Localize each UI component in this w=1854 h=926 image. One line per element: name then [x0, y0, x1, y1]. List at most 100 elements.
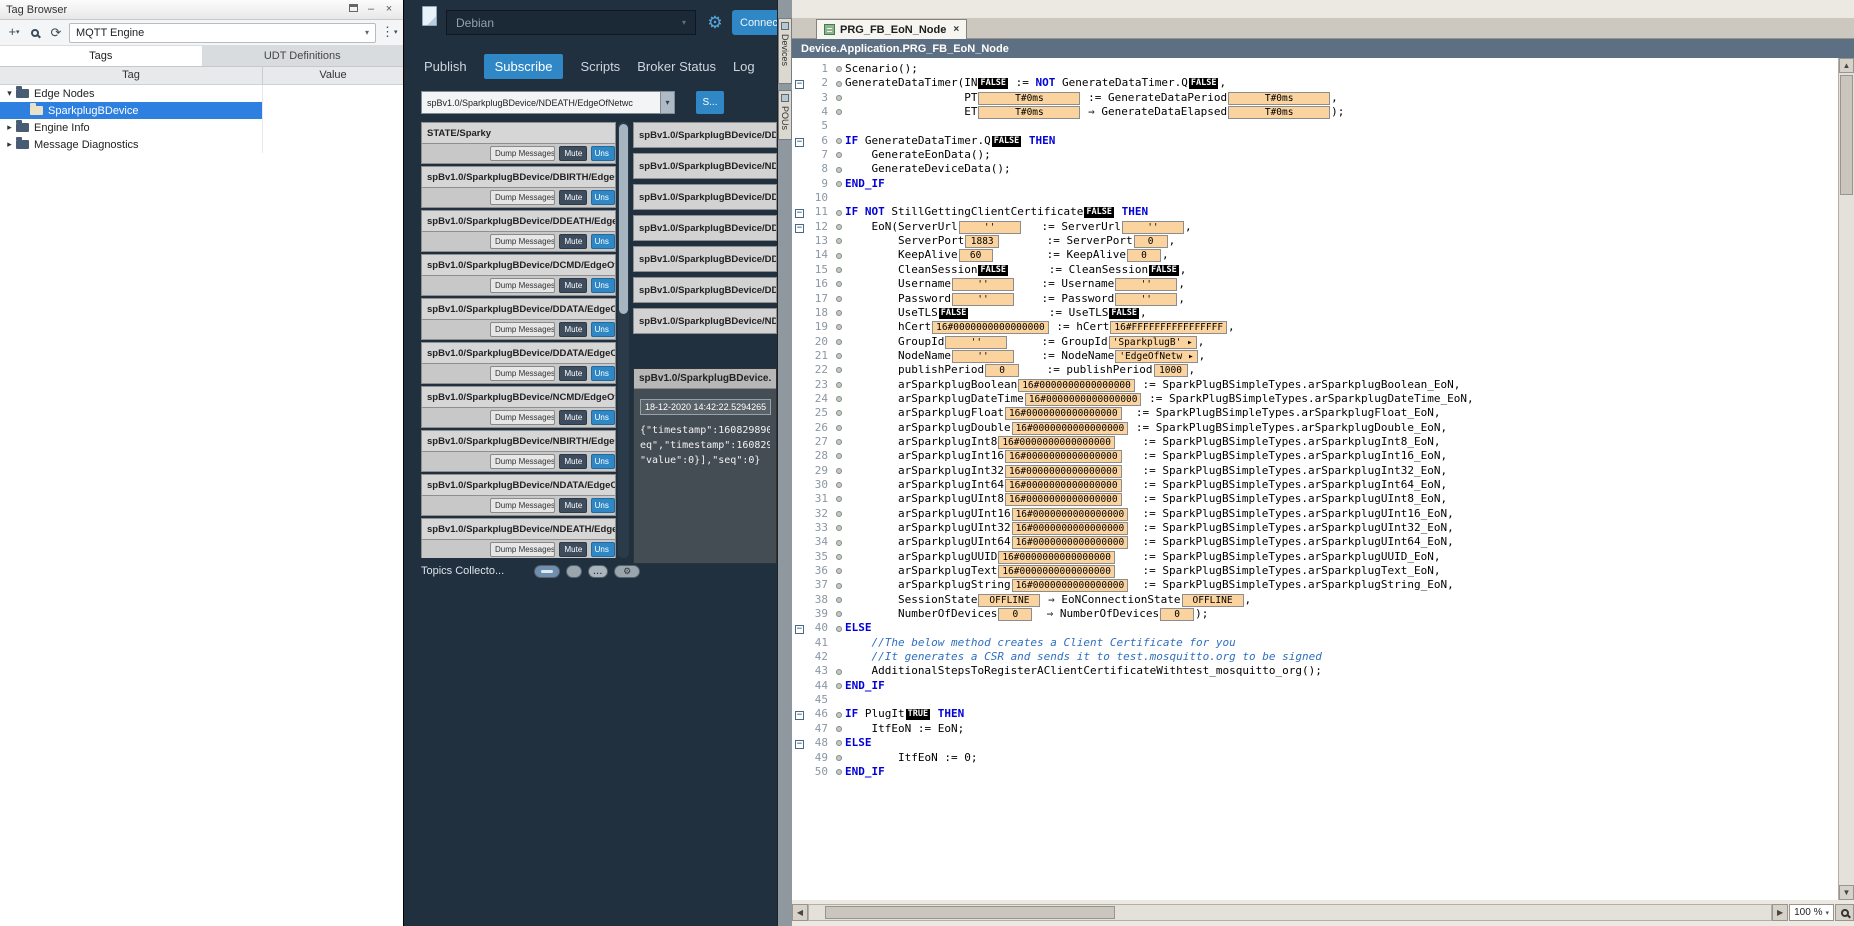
message-item[interactable]: spBv1.0/SparkplugBDevice/DDAT [633, 122, 777, 148]
unsubscribe-button[interactable]: Uns [591, 410, 615, 425]
unsubscribe-button[interactable]: Uns [591, 190, 615, 205]
subscribe-topic-combo[interactable]: spBv1.0/SparkplugBDevice/NDEATH/EdgeOfNe… [421, 91, 661, 114]
gear-icon[interactable]: ⚙ [702, 10, 728, 35]
subscription-scrollbar[interactable] [618, 122, 629, 558]
tab-tags[interactable]: Tags [0, 46, 202, 66]
tree-row-engine-info[interactable]: ▸Engine Info [0, 119, 403, 136]
scrollbar-thumb[interactable] [619, 124, 628, 314]
unsubscribe-button[interactable]: Uns [591, 454, 615, 469]
code-line[interactable]: 36 arSparkplugText16#0000000000000000 :=… [792, 564, 1838, 578]
fold-collapse-icon[interactable]: − [795, 711, 804, 720]
refresh-icon[interactable]: ⟳ [48, 23, 64, 43]
subscription-topic[interactable]: STATE/Sparky [421, 122, 616, 143]
horizontal-scrollbar[interactable] [808, 904, 1772, 921]
code-line[interactable]: 34 arSparkplugUInt6416#0000000000000000 … [792, 535, 1838, 549]
dump-messages-button[interactable]: Dump Messages [490, 542, 555, 557]
mute-button[interactable]: Mute [559, 410, 587, 425]
code-line[interactable]: 4 ETT#0ms ⇒ GenerateDataElapsedT#0ms); [792, 105, 1838, 119]
subscription-topic[interactable]: spBv1.0/SparkplugBDevice/DDATA/EdgeOfNet… [421, 298, 616, 319]
unsubscribe-button[interactable]: Uns [591, 278, 615, 293]
add-tag-button[interactable]: +▾ [6, 22, 22, 43]
code-line[interactable]: 7 GenerateEonData(); [792, 148, 1838, 162]
code-line[interactable]: 16 Username'' := Username'', [792, 277, 1838, 291]
tree-expander-icon[interactable]: ▾ [3, 88, 16, 99]
scroll-down-icon[interactable]: ▼ [1839, 885, 1854, 900]
float-window-icon[interactable] [345, 3, 361, 17]
breakpoint-dot[interactable] [836, 726, 842, 732]
subscription-topic[interactable]: spBv1.0/SparkplugBDevice/NBIRTH/EdgeOfNe… [421, 430, 616, 451]
fold-collapse-icon[interactable]: − [795, 224, 804, 233]
tag-provider-combo[interactable]: MQTT Engine ▾ [69, 23, 376, 43]
message-item[interactable]: spBv1.0/SparkplugBDevice/DDAT [633, 246, 777, 272]
fold-collapse-icon[interactable]: − [795, 625, 804, 634]
unsubscribe-button[interactable]: Uns [591, 322, 615, 337]
code-line[interactable]: −12 EoN(ServerUrl'' := ServerUrl'', [792, 220, 1838, 234]
dump-messages-button[interactable]: Dump Messages [490, 278, 555, 293]
code-line[interactable]: 22 publishPeriod0 := publishPeriod1000, [792, 363, 1838, 377]
tree-row-edge-nodes[interactable]: ▾Edge Nodes [0, 85, 403, 102]
code-line[interactable]: 38 SessionStateOFFLINE ⇒ EoNConnectionSt… [792, 593, 1838, 607]
code-line[interactable]: 28 arSparkplugInt1616#0000000000000000 :… [792, 449, 1838, 463]
dump-messages-button[interactable]: Dump Messages [490, 322, 555, 337]
breakpoint-dot[interactable] [836, 353, 842, 359]
tab-publish[interactable]: Publish [424, 59, 467, 74]
zoom-control[interactable]: 100 % ▾ [1789, 904, 1834, 921]
breakpoint-dot[interactable] [836, 769, 842, 775]
dump-messages-button[interactable]: Dump Messages [490, 498, 555, 513]
message-item[interactable]: spBv1.0/SparkplugBDevice/DDAT [633, 184, 777, 210]
scroll-right-icon[interactable]: ▶ [1772, 904, 1788, 921]
collector-more-button[interactable]: ... [588, 565, 608, 578]
magnifier-button[interactable] [1835, 904, 1854, 921]
code-line[interactable]: 31 arSparkplugUInt816#0000000000000000 :… [792, 492, 1838, 506]
dump-messages-button[interactable]: Dump Messages [490, 366, 555, 381]
message-item[interactable]: spBv1.0/SparkplugBDevice/NDAT [633, 153, 777, 179]
breakpoint-dot[interactable] [836, 740, 842, 746]
code-line[interactable]: 39 NumberOfDevices0 ⇒ NumberOfDevices0); [792, 607, 1838, 621]
unsubscribe-button[interactable]: Uns [591, 234, 615, 249]
breakpoint-dot[interactable] [836, 626, 842, 632]
side-tab-pous[interactable]: POUs [778, 90, 792, 140]
code-line[interactable]: 30 arSparkplugInt6416#0000000000000000 :… [792, 478, 1838, 492]
topic-dropdown-icon[interactable]: ▾ [661, 91, 675, 114]
code-line[interactable]: 24 arSparkplugDateTime16#000000000000000… [792, 392, 1838, 406]
code-line[interactable]: 42 //It generates a CSR and sends it to … [792, 650, 1838, 664]
scroll-left-icon[interactable]: ◀ [792, 904, 808, 921]
subscription-topic[interactable]: spBv1.0/SparkplugBDevice/NDEATH/EdgeOfNe… [421, 518, 616, 539]
code-line[interactable]: 9END_IF [792, 177, 1838, 191]
code-line[interactable]: 20 GroupId'' := GroupId'SparkplugB' ▸, [792, 335, 1838, 349]
code-line[interactable]: 45 [792, 693, 1838, 707]
breakpoint-dot[interactable] [836, 324, 842, 330]
mute-button[interactable]: Mute [559, 146, 587, 161]
code-line[interactable]: 33 arSparkplugUInt3216#0000000000000000 … [792, 521, 1838, 535]
code-line[interactable]: 17 Password'' := Password'', [792, 292, 1838, 306]
tree-row-sparkplugbdevice[interactable]: SparkplugBDevice [0, 102, 403, 119]
column-header-value[interactable]: Value [263, 67, 403, 84]
fold-collapse-icon[interactable]: − [795, 209, 804, 218]
vertical-scrollbar[interactable]: ▲ ▼ [1838, 58, 1854, 900]
subscription-topic[interactable]: spBv1.0/SparkplugBDevice/NCMD/EdgeOfNetw… [421, 386, 616, 407]
breakpoint-dot[interactable] [836, 410, 842, 416]
code-line[interactable]: 8 GenerateDeviceData(); [792, 162, 1838, 176]
breakpoint-dot[interactable] [836, 253, 842, 259]
mute-button[interactable]: Mute [559, 542, 587, 557]
code-line[interactable]: 32 arSparkplugUInt1616#0000000000000000 … [792, 507, 1838, 521]
mute-button[interactable]: Mute [559, 322, 587, 337]
code-editor[interactable]: 1Scenario();−2GenerateDataTimer(INFALSE … [792, 58, 1838, 900]
code-line[interactable]: 35 arSparkplugUUID16#0000000000000000 :=… [792, 550, 1838, 564]
code-line[interactable]: 26 arSparkplugDouble16#0000000000000000 … [792, 421, 1838, 435]
breakpoint-dot[interactable] [836, 238, 842, 244]
breakpoint-dot[interactable] [836, 167, 842, 173]
breakpoint-dot[interactable] [836, 439, 842, 445]
document-icon[interactable] [422, 6, 437, 26]
more-menu-button[interactable]: ⋮▾ [381, 22, 397, 43]
code-line[interactable]: 47 ItfEoN := EoN; [792, 722, 1838, 736]
breakpoint-dot[interactable] [836, 281, 842, 287]
tree-tag-cell[interactable]: ▸Message Diagnostics [0, 136, 263, 153]
breakpoint-dot[interactable] [836, 181, 842, 187]
breakpoint-dot[interactable] [836, 540, 842, 546]
breakpoint-dot[interactable] [836, 224, 842, 230]
subscription-topic[interactable]: spBv1.0/SparkplugBDevice/DDATA/EdgeOfNet… [421, 342, 616, 363]
breakpoint-dot[interactable] [836, 511, 842, 517]
tree-tag-cell[interactable]: ▾Edge Nodes [0, 85, 263, 102]
code-line[interactable]: 41 //The below method creates a Client C… [792, 636, 1838, 650]
